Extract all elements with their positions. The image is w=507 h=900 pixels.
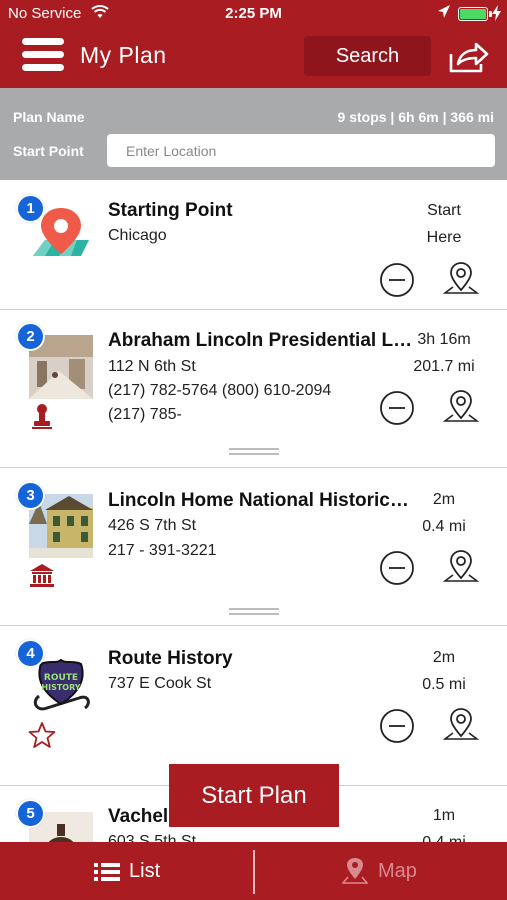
stop-meta: 2m 0.4 mi bbox=[399, 486, 489, 540]
stop-time: 2m bbox=[432, 491, 456, 508]
stop-time: 1m bbox=[432, 807, 456, 824]
plan-name-label: Plan Name bbox=[13, 109, 85, 125]
list-icon bbox=[94, 863, 120, 881]
locate-pin-icon[interactable] bbox=[443, 706, 479, 742]
charging-icon bbox=[492, 5, 501, 21]
tab-list-label: List bbox=[129, 860, 161, 882]
tab-list[interactable]: List bbox=[0, 842, 253, 900]
stop-number-badge: 1 bbox=[16, 194, 45, 223]
stop-time: 2m bbox=[432, 649, 456, 666]
stop-distance: 0.4 mi bbox=[399, 829, 489, 842]
hamburger-menu-icon[interactable] bbox=[22, 38, 64, 74]
svg-text:ROUTE: ROUTE bbox=[44, 673, 78, 683]
stop-number-badge: 3 bbox=[16, 481, 45, 510]
locate-pin-icon[interactable] bbox=[443, 388, 479, 424]
stop-distance: 201.7 mi bbox=[413, 358, 475, 375]
page-title: My Plan bbox=[80, 42, 167, 68]
app-header: My Plan Search bbox=[0, 28, 507, 88]
stop-address: 426 S 7th St bbox=[108, 517, 197, 534]
remove-stop-icon[interactable] bbox=[379, 708, 415, 744]
stop-name[interactable]: Lincoln Home National Historic Site bbox=[108, 490, 414, 512]
stop-item[interactable]: 3 Lincoln Home National Historic Site 42… bbox=[0, 468, 507, 626]
stop-time: Start bbox=[427, 202, 461, 219]
map-pin-tab-icon bbox=[342, 858, 368, 884]
stop-item[interactable]: 4 ROUTE HISTORY Route History 737 E Cook… bbox=[0, 626, 507, 786]
battery-icon bbox=[458, 7, 492, 21]
stop-time: 3h 16m bbox=[417, 331, 471, 348]
search-button[interactable]: Search bbox=[304, 36, 431, 76]
status-bar: No Service 2:25 PM bbox=[0, 0, 507, 28]
start-plan-button[interactable]: Start Plan bbox=[169, 764, 339, 827]
drag-handle[interactable] bbox=[229, 608, 279, 615]
stop-name[interactable]: Abraham Lincoln Presidential Library and… bbox=[108, 330, 414, 352]
stop-phone: (217) 785- bbox=[108, 406, 182, 423]
start-location-input[interactable] bbox=[107, 134, 495, 167]
stop-meta: Start Here bbox=[399, 197, 489, 251]
plan-stats: 9 stops | 6h 6m | 366 mi bbox=[337, 109, 494, 125]
stop-distance: 0.4 mi bbox=[422, 518, 466, 535]
plan-info-bar: Plan Name 9 stops | 6h 6m | 366 mi Start… bbox=[0, 88, 507, 180]
share-icon[interactable] bbox=[448, 40, 490, 74]
tab-map[interactable]: Map bbox=[254, 842, 507, 900]
drag-handle[interactable] bbox=[229, 448, 279, 455]
remove-stop-icon[interactable] bbox=[379, 550, 415, 586]
stop-name[interactable]: Starting Point bbox=[108, 200, 414, 222]
location-arrow-icon bbox=[438, 5, 450, 18]
stop-number-badge: 5 bbox=[16, 799, 45, 828]
stop-meta: 3h 16m 201.7 mi bbox=[399, 326, 489, 380]
locate-pin-icon[interactable] bbox=[443, 548, 479, 584]
start-point-label: Start Point bbox=[13, 143, 84, 159]
clock: 2:25 PM bbox=[225, 5, 282, 22]
stop-item[interactable]: 1 Starting Point Chicago Start Here bbox=[0, 180, 507, 310]
stop-phone: (217) 782-5764 (800) 610-2094 bbox=[108, 382, 332, 399]
stop-distance: 0.5 mi bbox=[422, 676, 466, 693]
stop-name[interactable]: Route History bbox=[108, 648, 414, 670]
stop-address: 737 E Cook St bbox=[108, 675, 212, 692]
historic-building-icon bbox=[30, 564, 54, 587]
stop-item[interactable]: 2 Abraham Lincoln Presidential Library a… bbox=[0, 310, 507, 468]
remove-stop-icon[interactable] bbox=[379, 390, 415, 426]
stop-address: 112 N 6th St bbox=[108, 358, 196, 375]
stop-phone: 217 - 391-3221 bbox=[108, 542, 217, 559]
stop-address: 603 S 5th St bbox=[108, 833, 197, 842]
remove-stop-icon[interactable] bbox=[379, 262, 415, 298]
stop-distance: Here bbox=[426, 229, 462, 246]
locate-pin-icon[interactable] bbox=[443, 260, 479, 296]
stop-meta: 1m 0.4 mi bbox=[399, 802, 489, 842]
stop-address: Chicago bbox=[108, 227, 167, 244]
star-icon[interactable] bbox=[28, 721, 56, 749]
top-bar: No Service 2:25 PM My Plan Search bbox=[0, 0, 507, 88]
stamp-icon bbox=[32, 404, 52, 429]
stop-number-badge: 4 bbox=[16, 639, 45, 668]
stop-meta: 2m 0.5 mi bbox=[399, 644, 489, 698]
stop-list[interactable]: 1 Starting Point Chicago Start Here 2 Ab… bbox=[0, 180, 507, 842]
svg-text:HISTORY: HISTORY bbox=[41, 683, 80, 692]
tab-map-label: Map bbox=[378, 860, 417, 882]
stop-number-badge: 2 bbox=[16, 322, 45, 351]
bottom-tab-bar: List Map bbox=[0, 842, 507, 900]
